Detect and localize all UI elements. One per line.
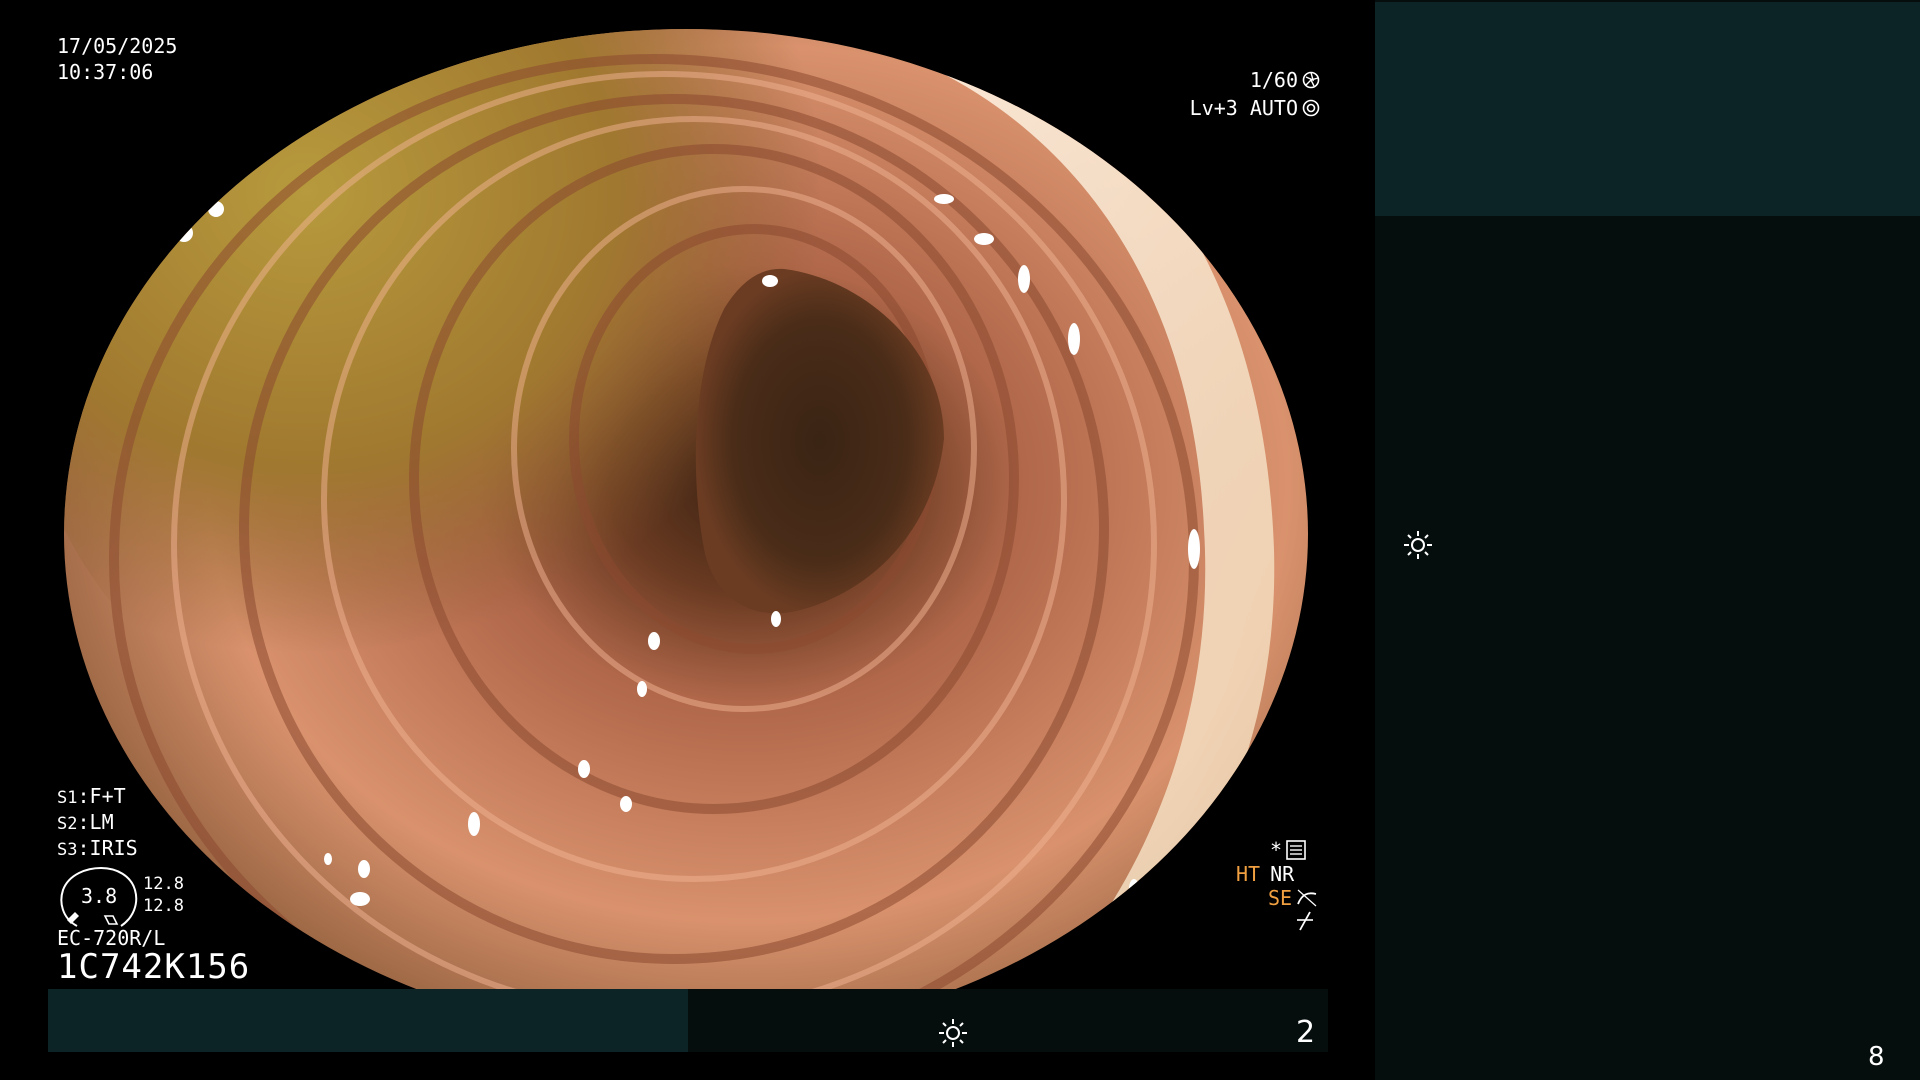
bottom-bar-number: 2 <box>1296 1015 1316 1050</box>
curve-icon <box>1297 889 1317 907</box>
gauge-bottom-value: 12.8 <box>143 896 184 916</box>
switch-value: F+T <box>89 784 126 808</box>
nr-label: NR <box>1270 862 1295 886</box>
se-indicator: SE <box>1268 886 1318 910</box>
switch-prefix: S1 <box>57 788 78 808</box>
slope-indicator <box>1294 910 1316 936</box>
date-label: 17/05/2025 <box>57 34 178 58</box>
endoscope-view <box>64 29 1308 1012</box>
right-panel-header <box>1375 2 1920 216</box>
time-label: 10:37:06 <box>57 60 154 84</box>
level-value: Lv+3 <box>1189 96 1238 120</box>
shutter-readout: 1/60 <box>1230 68 1320 92</box>
switch-item-s2: S2: LM <box>57 810 114 834</box>
right-brightness-icon <box>1403 530 1433 564</box>
switch-prefix: S2 <box>57 814 78 834</box>
iris-icon <box>1302 99 1320 117</box>
gauge-center-value: 3.8 <box>81 884 118 908</box>
right-panel-number: 8 <box>1868 1042 1885 1072</box>
level-readout: Lv+3 AUTO <box>1180 96 1320 120</box>
brightness-icon <box>1404 531 1432 559</box>
slope-icon <box>1297 911 1313 931</box>
bottom-bar-accent <box>48 989 688 1052</box>
image-settings-indicator: * <box>1270 838 1306 862</box>
shutter-value: 1/60 <box>1249 68 1298 92</box>
ht-nr-indicator: HT NR <box>1236 862 1294 886</box>
shutter-icon <box>1302 71 1320 89</box>
scope-serial: 1C742K156 <box>57 947 251 987</box>
switch-value: IRIS <box>89 836 138 860</box>
ht-label: HT <box>1236 862 1261 886</box>
switch-prefix: S3 <box>57 840 78 860</box>
zoom-gauge: 3.8 <box>57 866 141 928</box>
brightness-icon <box>939 1019 967 1047</box>
asterisk-label: * <box>1270 838 1283 862</box>
gauge-top-value: 12.8 <box>143 874 184 894</box>
bottom-bar <box>688 989 1328 1052</box>
switch-list: S1: F+T S2: LM S3: IRIS <box>57 784 138 862</box>
switch-item-s1: S1: F+T <box>57 784 126 808</box>
se-label: SE <box>1268 886 1293 910</box>
level-mode: AUTO <box>1249 96 1298 120</box>
bottom-brightness-icon <box>938 1018 968 1052</box>
colon-lumen-image <box>64 29 1308 1012</box>
switch-item-s3: S3: IRIS <box>57 836 138 860</box>
settings-card-icon <box>1286 840 1306 860</box>
switch-value: LM <box>89 810 114 834</box>
